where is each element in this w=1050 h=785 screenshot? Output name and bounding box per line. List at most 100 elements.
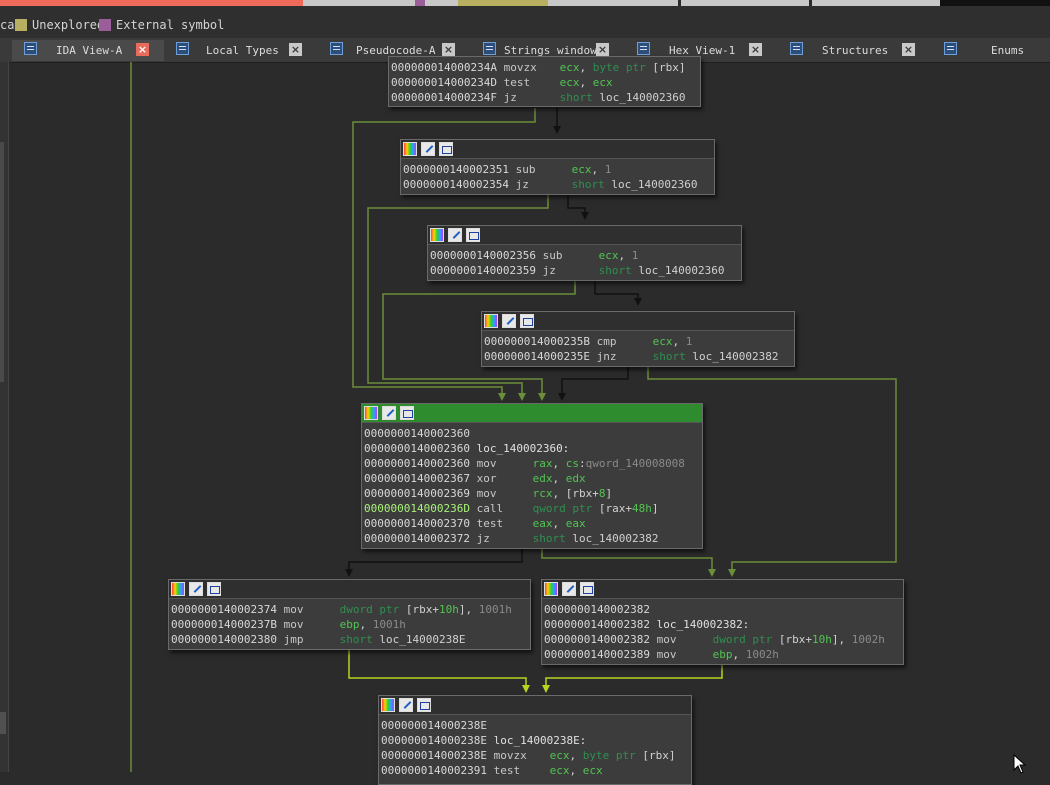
operand: eax (565, 517, 586, 530)
address: 0000000140002382 (544, 603, 650, 616)
instruction-line[interactable]: 0000000140002367 xor edx, edx (364, 471, 702, 486)
operand: short (339, 633, 380, 646)
instruction-line[interactable]: 000000014000238E movzx ecx, byte ptr [rbx… (381, 748, 691, 763)
instruction-line[interactable]: 0000000140002360 (364, 426, 702, 441)
operand[interactable]: [rbx+ (406, 603, 439, 616)
code-block-2351[interactable]: 0000000140002351 sub ecx, 1 00000001400023… (400, 139, 715, 195)
instruction-line[interactable]: 0000000140002374 mov dword ptr [rbx+10h],… (171, 602, 530, 617)
operand[interactable]: loc_14000238E (379, 633, 465, 646)
color-icon[interactable] (430, 228, 444, 242)
color-icon[interactable] (171, 582, 185, 596)
color-icon[interactable] (381, 698, 395, 712)
edit-icon[interactable] (189, 582, 203, 596)
graph-icon[interactable] (417, 698, 431, 712)
instruction-line[interactable]: 0000000140002360 mov rax, cs:qword_140008… (364, 456, 702, 471)
operand[interactable]: [rbx] (642, 749, 675, 762)
code-label[interactable]: loc_140002360: (477, 442, 570, 455)
instruction-line[interactable]: 000000014000234D test ecx, ecx (391, 75, 700, 90)
graph-icon[interactable] (466, 228, 480, 242)
code-block-2356[interactable]: 0000000140002356 sub ecx, 1 00000001400023… (427, 225, 742, 281)
operand[interactable]: ] (605, 487, 612, 500)
address: 000000014000235E (484, 350, 590, 363)
edit-icon[interactable] (562, 582, 576, 596)
operand[interactable]: [rbx+ (779, 633, 812, 646)
graph-icon[interactable] (520, 314, 534, 328)
operand: short (652, 350, 693, 363)
instruction-line[interactable]: 000000014000235B cmp ecx, 1 (484, 334, 794, 349)
operand[interactable]: ] (652, 502, 659, 515)
operand: , (579, 61, 593, 74)
graph-icon[interactable] (439, 142, 453, 156)
instruction-line[interactable]: 000000014000234F jz short loc_140002360 (391, 90, 700, 105)
code-block-235b[interactable]: 000000014000235B cmp ecx, 1 00000001400023… (481, 311, 795, 367)
instruction-line[interactable]: 000000014000237B mov ebp, 1001h (171, 617, 530, 632)
instruction-line[interactable]: 0000000140002382 loc_140002382: (544, 617, 903, 632)
instruction-line[interactable]: 0000000140002372 jz short loc_140002382 (364, 531, 702, 546)
operand: qword ptr (532, 502, 599, 515)
operand[interactable]: [rbx+ (566, 487, 599, 500)
mnemonic: sub (515, 163, 536, 176)
address: 0000000140002370 (364, 517, 470, 530)
instruction-line[interactable]: 0000000140002370 test eax, eax (364, 516, 702, 531)
code-block-2374[interactable]: 0000000140002374 mov dword ptr [rbx+10h],… (168, 579, 531, 650)
instruction-line[interactable]: 0000000140002360 loc_140002360: (364, 441, 702, 456)
instruction-line[interactable]: 000000014000238E (381, 718, 691, 733)
operand: , (552, 457, 566, 470)
instruction-line[interactable]: 000000014000235E jnz short loc_140002382 (484, 349, 794, 364)
edit-icon[interactable] (448, 228, 462, 242)
instruction-line[interactable]: 0000000140002356 sub ecx, 1 (430, 248, 741, 263)
operand[interactable]: [rax+ (599, 502, 632, 515)
mnemonic: movzx (503, 61, 537, 74)
block-header[interactable] (542, 580, 903, 599)
code-block-234a[interactable]: 000000014000234A movzx ecx, byte ptr [rbx… (388, 56, 701, 107)
address: 0000000140002389 (544, 648, 650, 661)
instruction-line[interactable]: 0000000140002382 (544, 602, 903, 617)
operand: , (591, 163, 605, 176)
operand: ecx (549, 764, 570, 777)
block-header[interactable] (401, 140, 714, 159)
operand[interactable]: loc_140002360 (611, 178, 697, 191)
code-block-loc-140002382[interactable]: 0000000140002382 0000000140002382 loc_14… (541, 579, 904, 665)
instruction-line[interactable]: 0000000140002389 mov ebp, 1002h (544, 647, 903, 662)
code-block-loc-140002360[interactable]: 0000000140002360 0000000140002360 loc_14… (361, 403, 703, 549)
color-icon[interactable] (544, 582, 558, 596)
edit-icon[interactable] (382, 406, 396, 420)
graph-icon[interactable] (580, 582, 594, 596)
instruction-line[interactable]: 0000000140002369 mov rcx, [rbx+8] (364, 486, 702, 501)
block-header[interactable] (169, 580, 530, 599)
instruction-line[interactable]: 000000014000234A movzx ecx, byte ptr [rbx… (391, 60, 700, 75)
instruction-line[interactable]: 0000000140002351 sub ecx, 1 (403, 162, 714, 177)
instruction-line[interactable]: 000000014000236D call qword ptr [rax+48h] (364, 501, 702, 516)
operand: 10h (811, 633, 832, 646)
code-label[interactable]: loc_140002382: (657, 618, 750, 631)
edit-icon[interactable] (399, 698, 413, 712)
operand: 10h (438, 603, 459, 616)
edit-icon[interactable] (421, 142, 435, 156)
color-icon[interactable] (403, 142, 417, 156)
operand[interactable]: loc_140002382 (572, 532, 658, 545)
operand: ebp (712, 648, 733, 661)
operand[interactable]: loc_140002382 (692, 350, 778, 363)
block-header[interactable] (362, 404, 702, 423)
instruction-line[interactable]: 0000000140002380 jmp short loc_14000238E (171, 632, 530, 647)
color-icon[interactable] (484, 314, 498, 328)
block-header[interactable] (482, 312, 794, 331)
code-label[interactable]: loc_14000238E: (494, 734, 587, 747)
operand: 48h (631, 502, 652, 515)
block-header[interactable] (428, 226, 741, 245)
graph-icon[interactable] (400, 406, 414, 420)
color-icon[interactable] (364, 406, 378, 420)
operand: , (618, 249, 632, 262)
mnemonic: jz (476, 532, 490, 545)
block-header[interactable] (379, 696, 691, 715)
edit-icon[interactable] (502, 314, 516, 328)
operand[interactable]: loc_140002360 (638, 264, 724, 277)
instruction-line[interactable]: 0000000140002354 jz short loc_140002360 (403, 177, 714, 192)
operand[interactable]: [rbx] (652, 61, 685, 74)
graph-icon[interactable] (207, 582, 221, 596)
instruction-line[interactable]: 0000000140002359 jz short loc_140002360 (430, 263, 741, 278)
operand[interactable]: loc_140002360 (599, 91, 685, 104)
instruction-line[interactable]: 000000014000238E loc_14000238E: (381, 733, 691, 748)
instruction-line[interactable]: 0000000140002391 test ecx, ecx (381, 763, 691, 778)
instruction-line[interactable]: 0000000140002382 mov dword ptr [rbx+10h],… (544, 632, 903, 647)
